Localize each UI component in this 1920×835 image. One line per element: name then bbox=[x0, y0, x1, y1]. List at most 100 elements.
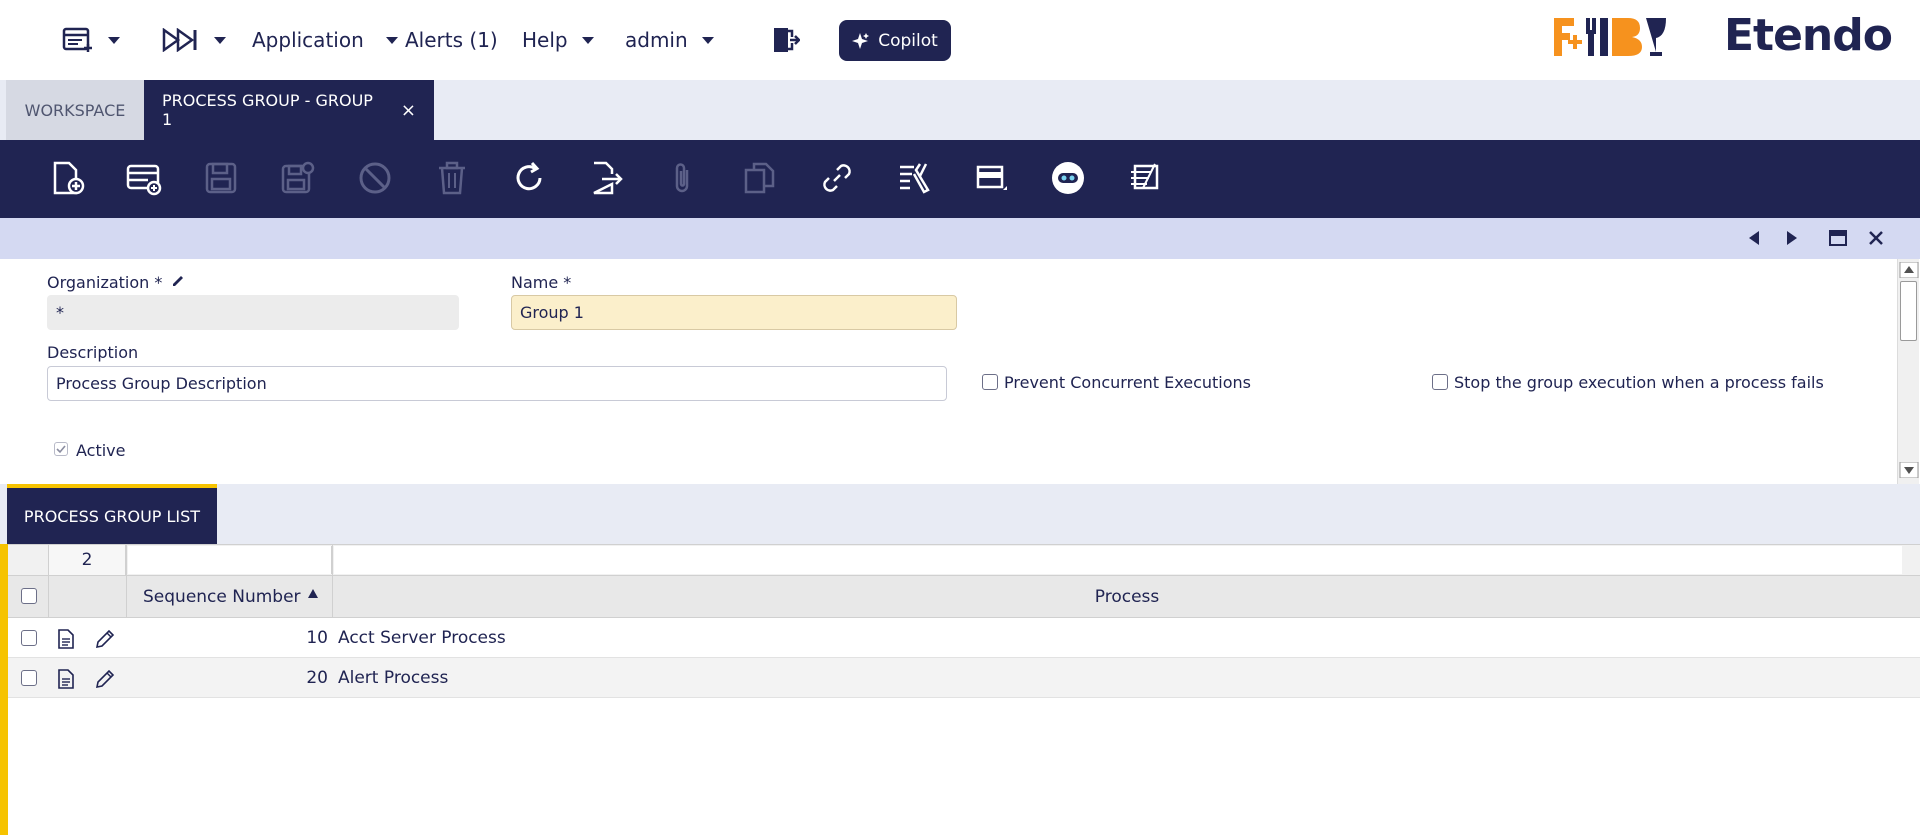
attachment-icon bbox=[675, 163, 689, 193]
help-menu[interactable]: Help bbox=[522, 24, 594, 56]
grid-header-row: Sequence Number Process bbox=[8, 576, 1920, 618]
new-document-button[interactable] bbox=[47, 158, 87, 198]
sequence-filter-input[interactable] bbox=[128, 546, 332, 574]
user-menu[interactable]: admin bbox=[625, 24, 714, 56]
attachment-button[interactable] bbox=[663, 158, 703, 198]
stop-on-fail-checkbox[interactable] bbox=[1432, 374, 1448, 390]
quick-create-menu[interactable] bbox=[162, 24, 226, 56]
process-cell: Acct Server Process bbox=[338, 628, 506, 648]
maximize-button[interactable] bbox=[1826, 226, 1850, 250]
link-icon bbox=[823, 164, 851, 192]
tools-icon bbox=[900, 163, 930, 194]
previous-record-button[interactable] bbox=[1742, 226, 1766, 250]
process-column-label: Process bbox=[1094, 587, 1160, 607]
brand-fb-logo bbox=[1554, 18, 1666, 56]
description-label: Description bbox=[47, 343, 139, 362]
edit-pencil-icon[interactable] bbox=[94, 668, 116, 690]
organization-label-text: Organization * bbox=[47, 273, 163, 292]
scroll-up-icon[interactable] bbox=[1899, 262, 1919, 278]
new-document-icon bbox=[53, 161, 85, 195]
main-toolbar bbox=[0, 140, 1920, 218]
notes-button[interactable] bbox=[1125, 158, 1165, 198]
tab-workspace[interactable]: WORKSPACE bbox=[6, 80, 144, 140]
chevron-down-icon bbox=[214, 36, 226, 44]
window-tabs: WORKSPACE PROCESS GROUP - GROUP 1 × bbox=[0, 80, 1920, 140]
active-tab-indicator bbox=[0, 544, 8, 835]
link-button[interactable] bbox=[817, 158, 857, 198]
active-label: Active bbox=[76, 441, 126, 460]
process-filter-input[interactable] bbox=[334, 546, 1902, 574]
delete-button[interactable] bbox=[432, 158, 472, 198]
copy-icon bbox=[744, 162, 775, 194]
active-checkbox[interactable] bbox=[54, 442, 68, 456]
prevent-concurrent-label: Prevent Concurrent Executions bbox=[1004, 373, 1252, 392]
next-record-button[interactable] bbox=[1780, 226, 1804, 250]
form-navigation-bar bbox=[0, 218, 1920, 259]
close-icon[interactable]: × bbox=[401, 100, 416, 121]
scroll-down-icon[interactable] bbox=[1899, 462, 1919, 478]
description-field[interactable]: Process Group Description bbox=[47, 366, 947, 401]
edit-pencil-icon[interactable] bbox=[94, 628, 116, 650]
maximize-icon bbox=[1829, 230, 1847, 246]
sequence-column-header[interactable]: Sequence Number bbox=[143, 576, 319, 618]
logout-button[interactable] bbox=[770, 24, 800, 56]
stop-on-fail-label: Stop the group execution when a process … bbox=[1454, 373, 1824, 392]
sequence-cell: 20 bbox=[306, 668, 328, 688]
open-form-icon[interactable] bbox=[56, 628, 76, 650]
name-label: Name * bbox=[511, 273, 572, 292]
new-row-button[interactable] bbox=[124, 158, 164, 198]
sparkle-icon bbox=[852, 32, 870, 49]
row-select-checkbox[interactable] bbox=[21, 630, 37, 646]
top-navigation-bar: Application Alerts (1) Help admin Copilo… bbox=[0, 0, 1920, 80]
quick-launch-menu[interactable] bbox=[62, 24, 120, 56]
fast-forward-icon bbox=[162, 28, 197, 52]
save-close-icon bbox=[281, 161, 315, 194]
sequence-column-label: Sequence Number bbox=[143, 587, 301, 607]
chevron-down-icon bbox=[108, 36, 120, 44]
process-group-list-grid: 2 Sequence Number Process 10 Acct Server… bbox=[8, 544, 1920, 835]
open-form-icon[interactable] bbox=[56, 668, 76, 690]
copy-record-button[interactable] bbox=[740, 158, 780, 198]
prevent-concurrent-checkbox[interactable] bbox=[982, 374, 998, 390]
grid-view-button[interactable] bbox=[971, 158, 1011, 198]
tab-process-group-list[interactable]: PROCESS GROUP LIST bbox=[7, 484, 217, 544]
tab-process-group-list-label: PROCESS GROUP LIST bbox=[23, 506, 201, 526]
new-row-icon bbox=[126, 164, 162, 196]
copilot-assistant-button[interactable] bbox=[1048, 158, 1088, 198]
application-menu[interactable]: Application bbox=[252, 24, 398, 56]
checkmark-icon bbox=[56, 445, 66, 454]
table-row[interactable]: 20 Alert Process bbox=[8, 658, 1920, 698]
trash-icon bbox=[439, 161, 465, 195]
sort-ascending-icon bbox=[307, 589, 318, 598]
row-select-checkbox[interactable] bbox=[21, 670, 37, 686]
tab-process-group[interactable]: PROCESS GROUP - GROUP 1 × bbox=[144, 80, 434, 140]
copilot-button[interactable]: Copilot bbox=[839, 20, 951, 61]
help-menu-label: Help bbox=[522, 28, 568, 52]
tab-workspace-label: WORKSPACE bbox=[24, 100, 126, 120]
process-column-header[interactable]: Process bbox=[334, 576, 1920, 618]
scroll-thumb[interactable] bbox=[1900, 281, 1917, 341]
cancel-button[interactable] bbox=[355, 158, 395, 198]
refresh-button[interactable] bbox=[509, 158, 549, 198]
pencil-link-icon[interactable] bbox=[171, 274, 185, 288]
save-close-button[interactable] bbox=[278, 158, 318, 198]
organization-field[interactable]: * bbox=[47, 295, 459, 330]
close-form-button[interactable] bbox=[1864, 226, 1888, 250]
organization-label: Organization * bbox=[47, 273, 185, 292]
form-scrollbar[interactable] bbox=[1897, 259, 1919, 484]
chevron-down-icon bbox=[385, 36, 398, 44]
subtab-bar: PROCESS GROUP LIST bbox=[0, 484, 1920, 544]
process-cell: Alert Process bbox=[338, 668, 449, 688]
alerts-link[interactable]: Alerts (1) bbox=[405, 24, 498, 56]
chevron-down-icon bbox=[701, 36, 714, 44]
logout-icon bbox=[774, 28, 800, 52]
grid-view-icon bbox=[976, 165, 1007, 190]
export-button[interactable] bbox=[586, 158, 626, 198]
cancel-icon bbox=[359, 162, 391, 194]
name-field[interactable]: Group 1 bbox=[511, 295, 957, 330]
save-button[interactable] bbox=[201, 158, 241, 198]
tools-button[interactable] bbox=[894, 158, 934, 198]
select-all-checkbox[interactable] bbox=[21, 588, 37, 604]
table-row[interactable]: 10 Acct Server Process bbox=[8, 618, 1920, 658]
alerts-label: Alerts (1) bbox=[405, 28, 498, 52]
